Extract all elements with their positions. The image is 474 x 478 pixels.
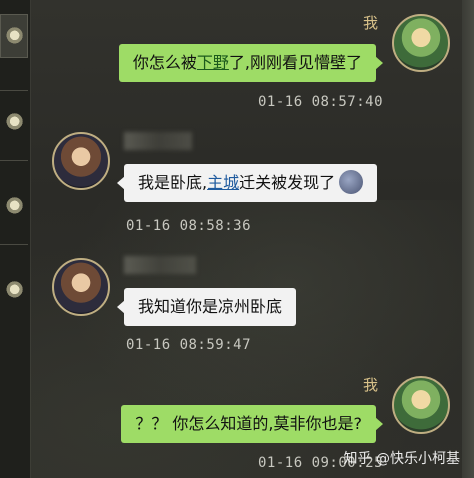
seal-icon: [1, 277, 27, 303]
blurred-contact-name: [124, 256, 196, 274]
side-divider: [0, 160, 28, 161]
side-divider: [0, 244, 28, 245]
watermark: 知乎 @快乐小柯基: [343, 451, 460, 467]
message-timestamp: 01-16 08:59:47: [126, 337, 252, 353]
side-tab-2[interactable]: [0, 100, 28, 144]
message-text: 你怎么被: [132, 53, 197, 72]
message-link[interactable]: 主城: [207, 173, 239, 192]
message-timestamp: 01-16 08:58:36: [126, 218, 252, 234]
contact-avatar[interactable]: [52, 258, 110, 316]
message-bubble-4[interactable]: ？？ 你怎么知道的,莫非你也是?: [121, 405, 383, 443]
message-bubble-3[interactable]: 我知道你是凉州卧底: [116, 288, 297, 326]
chat-window: 我 你怎么被下野了,刚刚看见懵壁了 01-16 08:57:40 我是卧底,主城…: [0, 0, 474, 478]
message-bubble-2[interactable]: 我是卧底,主城迁关被发现了: [116, 164, 378, 202]
message-text: 了,刚刚看见懵壁了: [228, 53, 362, 72]
side-tab-1[interactable]: [0, 14, 28, 58]
message-bubble-1[interactable]: 你怎么被下野了,刚刚看见懵壁了: [118, 44, 384, 82]
message-text: 我是卧底,: [138, 173, 208, 192]
seal-icon: [1, 193, 27, 219]
side-tab-4[interactable]: [0, 268, 28, 312]
sad-face-emoji: [339, 169, 364, 194]
side-tab-3[interactable]: [0, 184, 28, 228]
side-tab-strip: [0, 0, 31, 478]
message-text: 我知道你是凉州卧底: [138, 297, 283, 316]
sender-name: 我: [362, 376, 378, 394]
side-divider: [0, 90, 28, 91]
contact-avatar[interactable]: [52, 132, 110, 190]
message-timestamp: 01-16 08:57:40: [258, 94, 384, 110]
blurred-contact-name: [124, 132, 192, 150]
message-link[interactable]: 下野: [197, 53, 229, 72]
sender-name: 我: [362, 14, 378, 32]
message-text: 迁关被发现了: [239, 173, 336, 192]
message-text: ？？ 你怎么知道的,莫非你也是?: [135, 414, 362, 433]
seal-icon: [1, 23, 27, 49]
scrollbar[interactable]: [462, 0, 474, 478]
player-avatar[interactable]: [392, 14, 450, 72]
seal-icon: [1, 109, 27, 135]
player-avatar[interactable]: [392, 376, 450, 434]
